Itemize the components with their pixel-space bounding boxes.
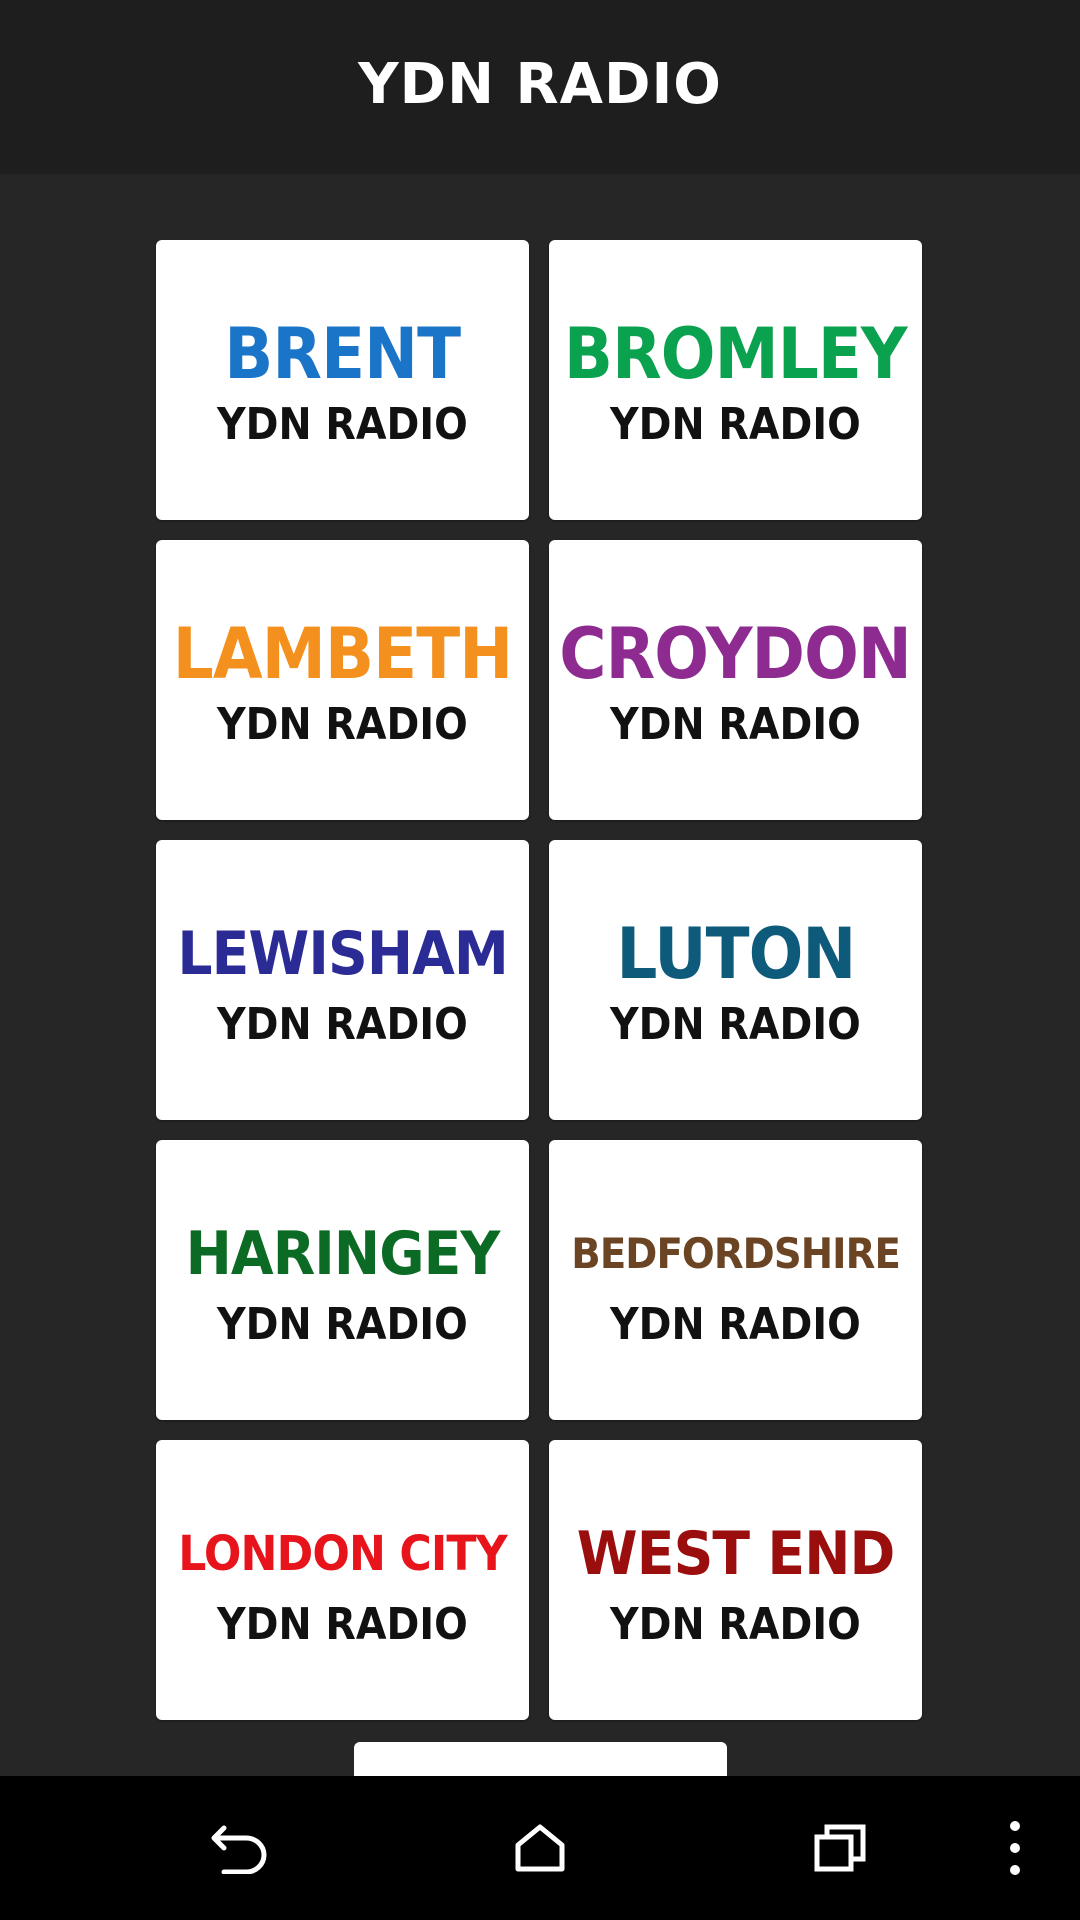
station-name: LEWISHAM [177,919,508,989]
recent-apps-button[interactable] [770,1776,910,1920]
station-tile-croydon[interactable]: CROYDON YDN RADIO [549,540,922,820]
station-name: LAMBETH [172,613,513,695]
back-button[interactable] [170,1776,310,1920]
station-tile-lambeth[interactable]: LAMBETH YDN RADIO [156,540,529,820]
page-title: YDN RADIO [358,51,722,117]
station-name: WEST END [576,1519,896,1589]
system-nav-bar [0,1776,1080,1920]
station-subtitle: YDN RADIO [217,999,468,1050]
recent-apps-icon [813,1823,867,1873]
station-name: HARINGEY [185,1219,501,1289]
station-subtitle: YDN RADIO [610,699,861,750]
station-tile-partial[interactable] [354,1742,727,1776]
station-name: LUTON [615,913,856,995]
station-tile-london-city[interactable]: LONDON CITY YDN RADIO [156,1440,529,1720]
station-tile-brent[interactable]: BRENT YDN RADIO [156,240,529,520]
station-tile-west-end[interactable]: WEST END YDN RADIO [549,1440,922,1720]
station-name: LONDON CITY [178,1526,507,1582]
station-subtitle: YDN RADIO [217,1299,468,1350]
station-subtitle: YDN RADIO [217,1599,468,1650]
overflow-menu-button[interactable] [965,1776,1065,1920]
app-screen: YDN RADIO BRENT YDN RADIO BROMLEY YDN RA… [0,0,1080,1920]
station-tile-haringey[interactable]: HARINGEY YDN RADIO [156,1140,529,1420]
home-icon [514,1823,566,1873]
app-header: YDN RADIO [0,0,1080,174]
station-subtitle: YDN RADIO [610,399,861,450]
station-tile-lewisham[interactable]: LEWISHAM YDN RADIO [156,840,529,1120]
station-name: CROYDON [559,613,913,695]
station-subtitle: YDN RADIO [217,699,468,750]
home-button[interactable] [470,1776,610,1920]
station-subtitle: YDN RADIO [610,1299,861,1350]
station-subtitle: YDN RADIO [610,999,861,1050]
station-grid: BRENT YDN RADIO BROMLEY YDN RADIO LAMBET… [156,240,924,1720]
station-tile-luton[interactable]: LUTON YDN RADIO [549,840,922,1120]
station-name: BEDFORDSHIRE [571,1229,901,1278]
station-subtitle: YDN RADIO [217,399,468,450]
station-name: BRENT [224,313,462,395]
back-icon [210,1822,270,1874]
station-tile-bromley[interactable]: BROMLEY YDN RADIO [549,240,922,520]
station-name: BROMLEY [564,313,908,395]
station-subtitle: YDN RADIO [610,1599,861,1650]
overflow-menu-icon [1008,1820,1022,1876]
station-list[interactable]: BRENT YDN RADIO BROMLEY YDN RADIO LAMBET… [0,174,1080,1776]
station-tile-bedfordshire[interactable]: BEDFORDSHIRE YDN RADIO [549,1140,922,1420]
